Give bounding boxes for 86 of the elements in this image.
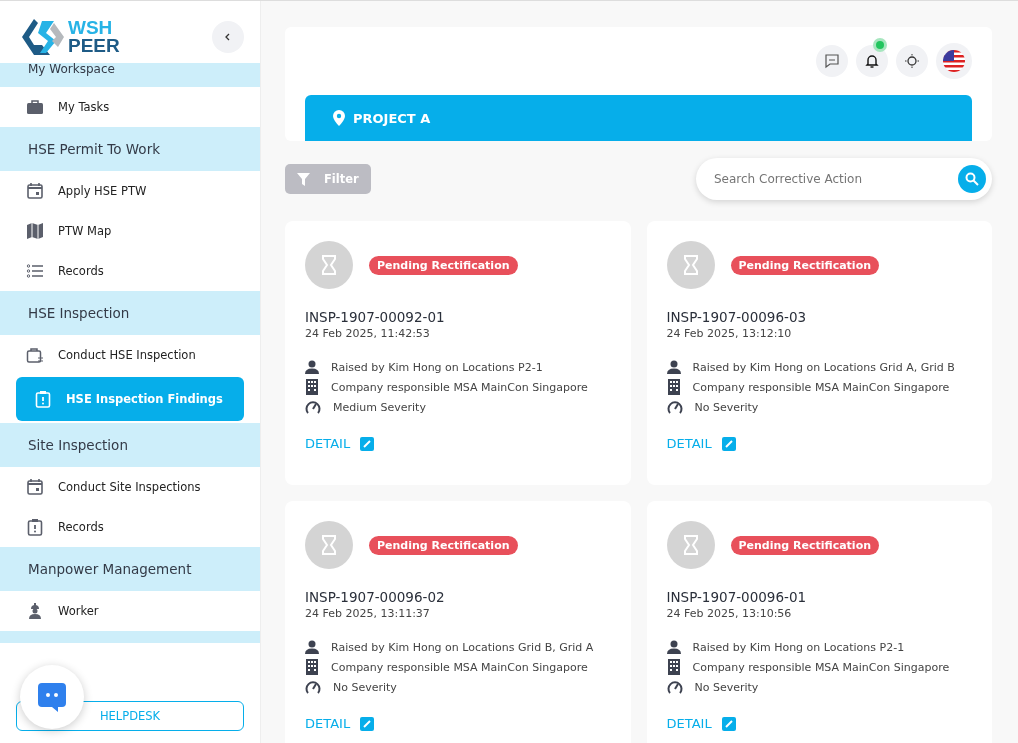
person-icon — [666, 640, 681, 654]
raised-by-text: Raised by Kim Hong on Locations P2-1 — [692, 640, 905, 654]
gauge-icon — [666, 400, 683, 414]
briefcase-icon — [26, 98, 44, 116]
gauge-icon — [305, 680, 321, 694]
edit-icon — [360, 436, 375, 451]
clipboard-icon — [26, 518, 44, 536]
edit-icon — [721, 716, 736, 731]
sidebar-item[interactable]: Records — [0, 251, 260, 291]
building-icon — [666, 379, 681, 395]
sidebar-item[interactable]: My Tasks — [0, 87, 260, 127]
finding-date: 24 Feb 2025, 13:10:56 — [666, 607, 793, 620]
company-text: Company responsible MSA MainCon Singapore — [692, 380, 950, 394]
project-name: PROJECT A — [353, 110, 431, 126]
sidebar-section-header[interactable]: My Workspace — [0, 63, 260, 87]
edit-icon — [360, 716, 375, 731]
person-icon — [305, 360, 319, 374]
raised-by-text: Raised by Kim Hong on Locations Grid A, Grid B — [692, 360, 955, 374]
sidebar-section-header[interactable]: HSE Inspection — [0, 291, 260, 335]
sidebar-section-header[interactable]: Manpower Management — [0, 547, 260, 591]
company-text: Company responsible MSA MainCon Singapore — [331, 380, 588, 394]
status-badge: Pending Rectification — [730, 535, 880, 555]
sidebar-item[interactable]: Conduct HSE Inspection — [0, 335, 260, 375]
theme-toggle-button[interactable] — [896, 45, 928, 77]
case-icon — [26, 346, 44, 364]
raised-by-text: Raised by Kim Hong on Locations Grid B, Grid A — [331, 640, 594, 654]
worker-icon — [26, 602, 44, 620]
sidebar-item[interactable]: PTW Map — [0, 211, 260, 251]
person-icon — [666, 360, 681, 374]
search-button[interactable] — [958, 165, 986, 193]
search-icon — [965, 172, 979, 186]
bell-icon — [864, 53, 880, 69]
gauge-icon — [666, 680, 683, 694]
list-icon — [26, 262, 44, 280]
chat-icon — [36, 681, 68, 713]
logo-text: PEER — [68, 37, 120, 55]
sidebar-item[interactable]: Worker — [0, 591, 260, 631]
severity-text: Medium Severity — [333, 400, 426, 414]
hourglass-icon — [666, 241, 715, 289]
search-bar[interactable]: Search Corrective Action — [696, 158, 992, 200]
company-text: Company responsible MSA MainCon Singapore — [692, 660, 950, 674]
status-badge: Pending Rectification — [369, 255, 518, 275]
calendar-icon — [26, 182, 44, 200]
messages-button[interactable] — [816, 45, 848, 77]
hourglass-icon — [666, 521, 715, 569]
search-field[interactable]: Search Corrective Action — [712, 171, 958, 187]
calendar-icon — [26, 478, 44, 496]
logo-mark-icon — [20, 17, 66, 57]
logo-text: WSH — [68, 19, 114, 37]
sun-icon — [904, 53, 920, 69]
status-badge: Pending Rectification — [730, 255, 880, 275]
location-pin-icon — [333, 110, 345, 126]
severity-text: No Severity — [694, 680, 759, 694]
building-icon — [666, 659, 681, 675]
raised-by-text: Raised by Kim Hong on Locations P2-1 — [331, 360, 543, 374]
edit-icon — [721, 436, 736, 451]
language-button[interactable] — [936, 43, 972, 79]
gauge-icon — [305, 400, 321, 414]
chevron-left-icon — [224, 33, 232, 41]
sidebar-item[interactable]: Apply HSE PTW — [0, 171, 260, 211]
finding-date: 24 Feb 2025, 11:42:53 — [305, 327, 431, 340]
hourglass-icon — [305, 241, 353, 289]
status-badge: Pending Rectification — [369, 535, 518, 555]
building-icon — [305, 659, 319, 675]
hourglass-icon — [305, 521, 353, 569]
clipboard-icon — [34, 390, 52, 408]
building-icon — [305, 379, 319, 395]
sidebar-item[interactable]: Records — [0, 507, 260, 547]
finding-id: INSP-1907-00096-01 — [666, 589, 808, 605]
finding-id: INSP-1907-00096-03 — [666, 309, 808, 325]
finding-date: 24 Feb 2025, 13:12:10 — [666, 327, 793, 340]
flag-icon — [943, 50, 965, 72]
filter-icon — [297, 172, 310, 186]
finding-id: INSP-1907-00092-01 — [305, 309, 446, 325]
sidebar-section-header[interactable]: Site Inspection — [0, 423, 260, 467]
person-icon — [305, 640, 319, 654]
chat-widget-button[interactable] — [20, 665, 84, 729]
map-icon — [26, 222, 44, 240]
finding-date: 24 Feb 2025, 13:11:37 — [305, 607, 431, 620]
finding-id: INSP-1907-00096-02 — [305, 589, 446, 605]
severity-text: No Severity — [333, 680, 397, 694]
sidebar-section-header[interactable]: HSE Permit To Work — [0, 127, 260, 171]
severity-text: No Severity — [694, 400, 759, 414]
company-text: Company responsible MSA MainCon Singapore — [331, 660, 588, 674]
message-icon — [824, 53, 840, 69]
sidebar-item[interactable]: Conduct Site Inspections — [0, 467, 260, 507]
